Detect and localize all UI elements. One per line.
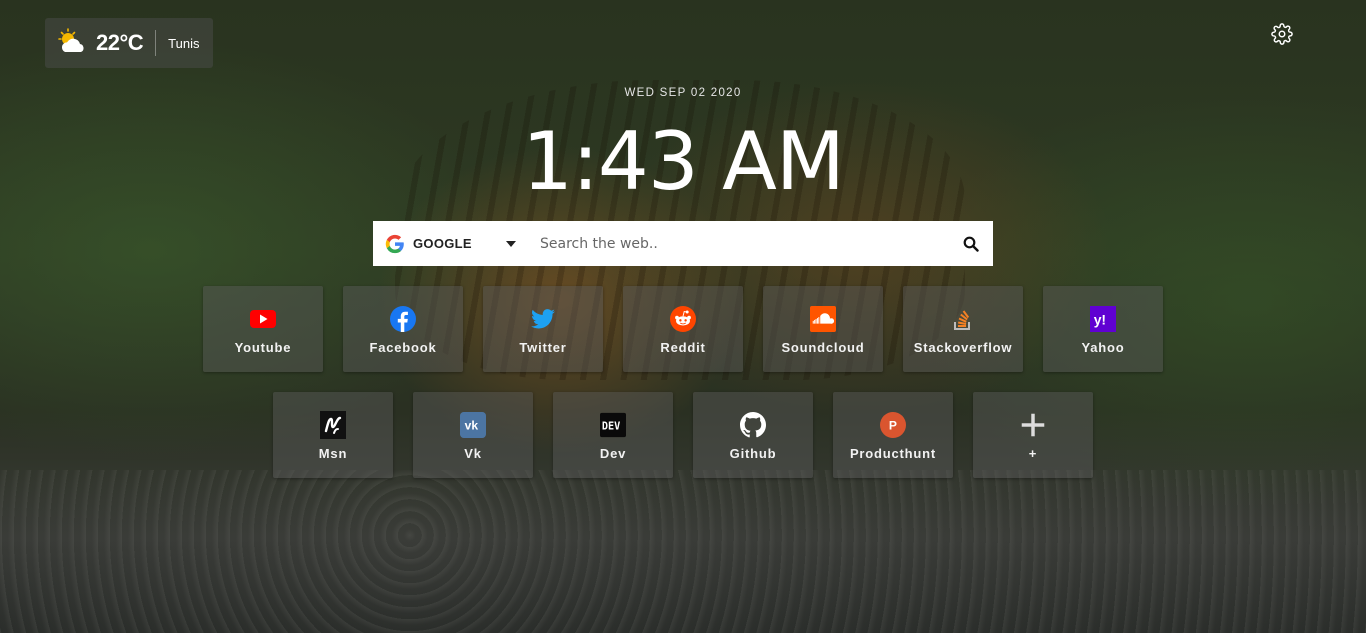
shortcut-reddit[interactable]: Reddit: [623, 286, 743, 372]
dev-icon: DEV: [600, 412, 626, 438]
yahoo-icon: y!: [1090, 306, 1116, 332]
shortcut-github[interactable]: Github: [693, 392, 813, 478]
gear-icon[interactable]: [1271, 23, 1293, 45]
shortcut-label: Twitter: [519, 340, 567, 355]
shortcut-label: Youtube: [234, 340, 292, 355]
shortcut-vk[interactable]: vk Vk: [413, 392, 533, 478]
github-icon: [740, 412, 766, 438]
shortcut-facebook[interactable]: Facebook: [343, 286, 463, 372]
shortcut-label: Facebook: [369, 340, 437, 355]
shortcut-stackoverflow[interactable]: Stackoverflow: [903, 286, 1023, 372]
shortcut-label: Stackoverflow: [913, 340, 1013, 355]
svg-text:P: P: [889, 419, 897, 433]
facebook-icon: [390, 306, 416, 332]
shortcut-label: +: [1028, 446, 1038, 461]
shortcut-label: Reddit: [660, 340, 706, 355]
shortcut-label: Dev: [599, 446, 627, 461]
city-name: Tunis: [168, 35, 200, 51]
shortcut-label: Msn: [318, 446, 348, 461]
stackoverflow-icon: [950, 306, 976, 332]
vk-icon: vk: [460, 412, 486, 438]
shortcut-youtube[interactable]: Youtube: [203, 286, 323, 372]
msn-icon: [320, 411, 346, 439]
search-engine-select[interactable]: GOOGLE: [373, 221, 528, 266]
soundcloud-icon: [810, 306, 836, 332]
search-icon[interactable]: [949, 221, 993, 266]
shortcut-soundcloud[interactable]: Soundcloud: [763, 286, 883, 372]
svg-text:y!: y!: [1094, 312, 1106, 328]
svg-text:vk: vk: [465, 419, 479, 433]
divider: [155, 30, 157, 56]
caret-down-icon: [506, 240, 516, 247]
reddit-icon: [670, 306, 696, 332]
search-bar: GOOGLE: [373, 221, 993, 266]
svg-text:DEV: DEV: [602, 422, 620, 433]
search-engine-label: GOOGLE: [413, 236, 472, 251]
twitter-icon: [530, 306, 556, 332]
date-display: WED SEP 02 2020: [624, 87, 742, 99]
shortcut-dev[interactable]: DEV Dev: [553, 392, 673, 478]
shortcut-msn[interactable]: Msn: [273, 392, 393, 478]
search-input[interactable]: [528, 222, 949, 265]
shortcut-label: Yahoo: [1081, 340, 1125, 355]
time-display: 1:43 AM: [522, 115, 845, 208]
producthunt-icon: P: [880, 412, 906, 438]
shortcut-label: Vk: [464, 446, 482, 461]
background-rocks: [0, 470, 1366, 633]
shortcut-yahoo[interactable]: y! Yahoo: [1043, 286, 1163, 372]
youtube-icon: [250, 306, 276, 332]
shortcut-twitter[interactable]: Twitter: [483, 286, 603, 372]
partly-cloudy-icon: [56, 28, 90, 58]
temperature: 22°C: [96, 30, 144, 55]
shortcut-label: Producthunt: [849, 446, 937, 461]
shortcut-producthunt[interactable]: P Producthunt: [833, 392, 953, 478]
shortcut-label: Github: [729, 446, 777, 461]
shortcut-label: Soundcloud: [781, 340, 865, 355]
add-shortcut-button[interactable]: +: [973, 392, 1093, 478]
weather-widget[interactable]: 22°C Tunis: [45, 18, 213, 68]
plus-icon: [1020, 412, 1046, 438]
google-icon: [384, 233, 406, 255]
